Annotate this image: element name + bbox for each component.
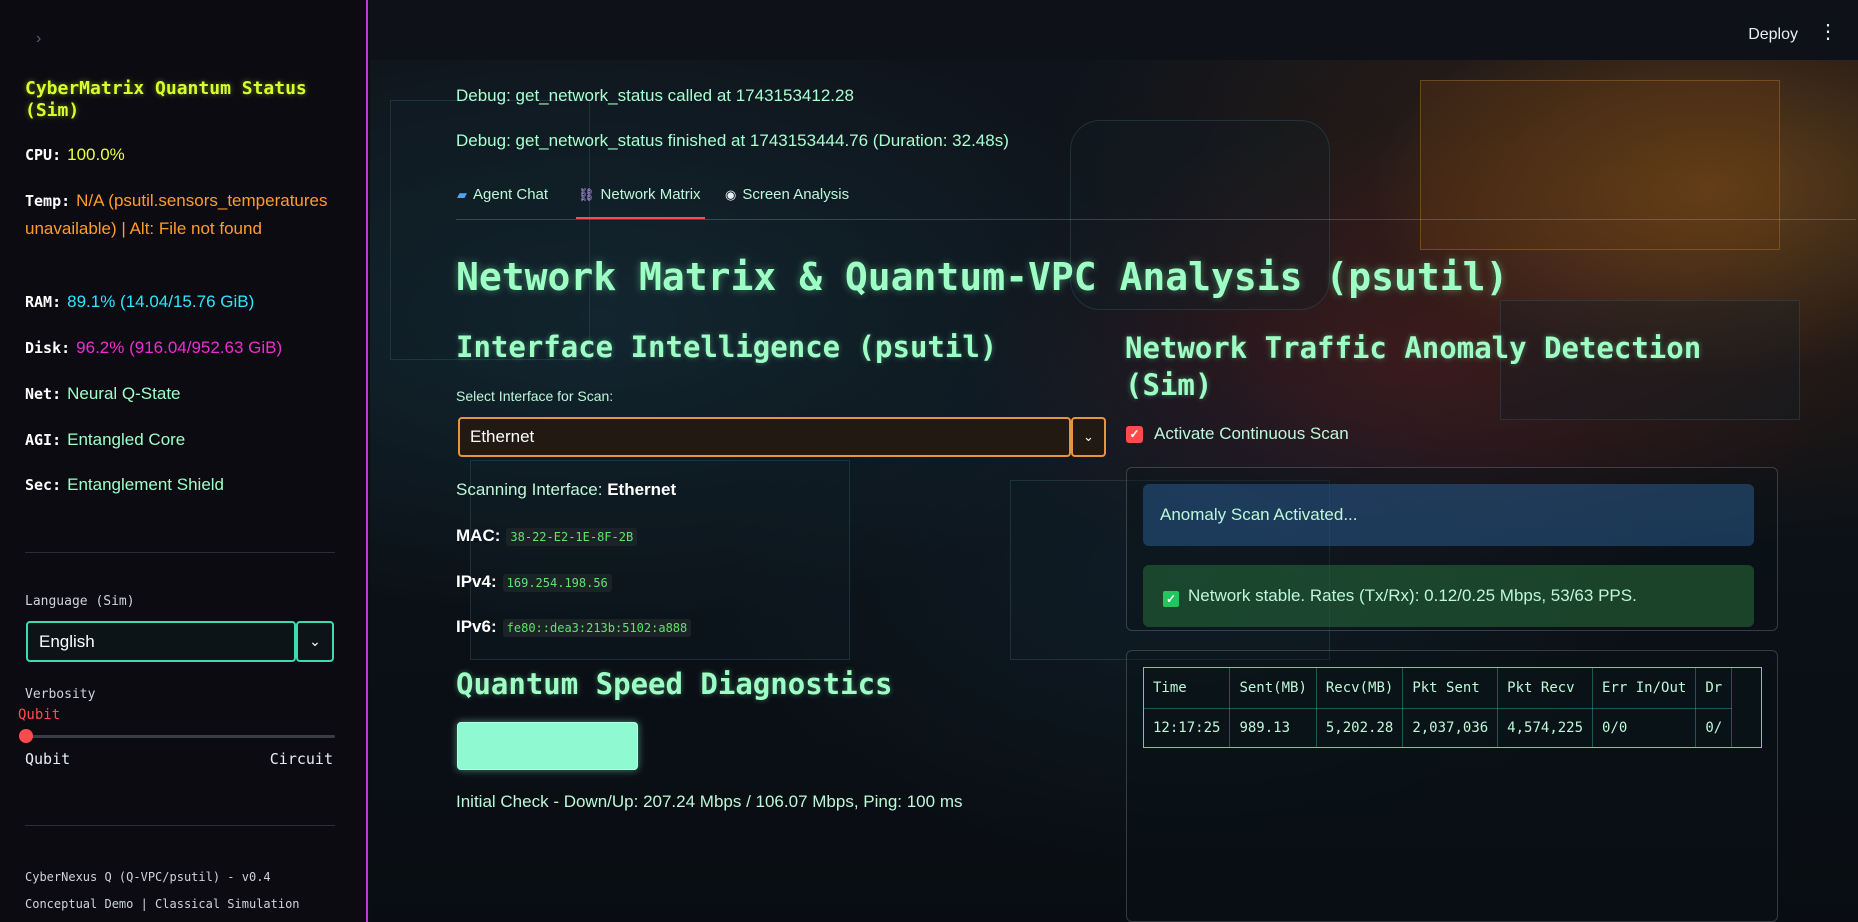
run-speed-test-button[interactable] <box>457 722 638 770</box>
chevron-right-icon[interactable]: › <box>36 30 41 48</box>
ipv6-label: IPv6: <box>456 617 497 636</box>
stat-ram-value: 89.1% (14.04/15.76 GiB) <box>67 292 255 311</box>
stat-sec: Sec: Entanglement Shield <box>25 471 345 499</box>
tab-agent-chat[interactable]: ▰ Agent Chat <box>457 186 548 203</box>
table-cell: 0/0 <box>1592 708 1697 747</box>
eye-icon: ◉ <box>725 187 737 202</box>
ipv4-row: IPv4: 169.254.198.56 <box>456 572 612 592</box>
interface-select-label: Select Interface for Scan: <box>456 388 614 404</box>
verbosity-min-label: Qubit <box>25 750 71 768</box>
verbosity-label: Verbosity <box>25 687 96 702</box>
info-alert: Anomaly Scan Activated... <box>1143 484 1754 546</box>
debug-line: Debug: get_network_status called at 1743… <box>456 86 854 105</box>
tab-network-matrix[interactable]: ⛓ Network Matrix <box>578 186 701 203</box>
mac-row: MAC: 38-22-E2-1E-8F-2B <box>456 526 638 546</box>
column-header[interactable]: Pkt Recv <box>1497 668 1594 709</box>
top-bar: Deploy ⋮ <box>370 0 1858 60</box>
continuous-scan-checkbox[interactable]: ✓ <box>1126 426 1143 443</box>
ipv4-label: IPv4: <box>456 572 497 591</box>
table-cell: 12:17:25 <box>1144 708 1231 747</box>
stat-disk-label: Disk: <box>25 339 71 357</box>
tab-label: Network Matrix <box>600 186 701 203</box>
stat-cpu: CPU: 100.0% <box>25 141 345 169</box>
interface-select[interactable]: Ethernet <box>458 417 1071 457</box>
tab-label: Agent Chat <box>473 186 549 203</box>
scanning-interface: Scanning Interface: Ethernet <box>456 480 676 500</box>
column-header[interactable]: Pkt Sent <box>1402 668 1499 709</box>
success-alert: ✓ Network stable. Rates (Tx/Rx): 0.12/0.2… <box>1143 565 1754 627</box>
tab-label: Screen Analysis <box>742 186 850 203</box>
chat-icon: ▰ <box>457 187 467 202</box>
continuous-scan-label: Activate Continuous Scan <box>1154 424 1349 443</box>
mac-label: MAC: <box>456 526 501 545</box>
sidebar-divider <box>25 825 335 826</box>
kebab-menu-icon[interactable]: ⋮ <box>1818 22 1838 42</box>
stat-net-label: Net: <box>25 385 62 403</box>
stat-agi: AGI: Entangled Core <box>25 426 345 454</box>
column-header[interactable]: Recv(MB) <box>1316 668 1404 709</box>
stat-agi-label: AGI: <box>25 431 62 449</box>
speed-heading: Quantum Speed Diagnostics <box>456 667 893 701</box>
stat-ram-label: RAM: <box>25 293 62 311</box>
stat-temp-value: N/A (psutil.sensors_temperatures unavail… <box>25 191 328 238</box>
column-header[interactable]: Sent(MB) <box>1229 668 1317 709</box>
stat-cpu-label: CPU: <box>25 146 62 164</box>
check-icon: ✓ <box>1163 591 1179 607</box>
sidebar-title: CyberMatrix Quantum Status (Sim) <box>25 78 307 121</box>
ipv6-value: fe80::dea3:213b:5102:a888 <box>502 619 692 637</box>
mac-value: 38-22-E2-1E-8F-2B <box>506 528 638 546</box>
ipv6-row: IPv6: fe80::dea3:213b:5102:a888 <box>456 617 692 637</box>
table-cell: 989.13 <box>1229 708 1317 747</box>
stat-cpu-value: 100.0% <box>67 145 125 164</box>
traffic-table[interactable]: Time Sent(MB) Recv(MB) Pkt Sent Pkt Recv… <box>1143 667 1762 748</box>
table-header-row: Time Sent(MB) Recv(MB) Pkt Sent Pkt Recv… <box>1144 668 1733 709</box>
tab-bar: ▰ Agent Chat ⛓ Network Matrix ◉ Screen Anal… <box>456 182 1856 220</box>
table-cell: 0/ <box>1695 708 1733 747</box>
chevron-down-icon[interactable]: ⌄ <box>1071 417 1106 457</box>
scanning-label: Scanning Interface: <box>456 480 603 499</box>
table-cell: 4,574,225 <box>1497 708 1594 747</box>
stat-ram: RAM: 89.1% (14.04/15.76 GiB) <box>25 288 345 316</box>
table-cell: 2,037,036 <box>1402 708 1499 747</box>
stat-sec-label: Sec: <box>25 476 62 494</box>
success-alert-text: Network stable. Rates (Tx/Rx): 0.12/0.25… <box>1188 586 1637 605</box>
footer-note: Conceptual Demo | Classical Simulation <box>25 897 300 911</box>
stat-net: Net: Neural Q-State <box>25 380 345 408</box>
language-select[interactable]: English <box>26 621 296 662</box>
page-title: Network Matrix & Quantum-VPC Analysis (p… <box>456 255 1509 299</box>
sidebar: › CyberMatrix Quantum Status (Sim) CPU: 1… <box>0 0 368 922</box>
column-header[interactable]: Time <box>1144 668 1231 709</box>
table-cell: 5,202.28 <box>1316 708 1404 747</box>
column-header[interactable]: Dr <box>1695 668 1733 709</box>
stat-temp: Temp: N/A (psutil.sensors_temperatures un… <box>25 187 345 243</box>
sidebar-divider <box>25 552 335 553</box>
tab-screen-analysis[interactable]: ◉ Screen Analysis <box>725 186 849 203</box>
verbosity-max-label: Circuit <box>269 750 333 768</box>
debug-line: Debug: get_network_status finished at 17… <box>456 131 1009 150</box>
chevron-down-icon[interactable]: ⌄ <box>296 621 334 662</box>
table-row: 12:17:25 989.13 5,202.28 2,037,036 4,574… <box>1144 708 1733 747</box>
scanning-value: Ethernet <box>607 480 677 499</box>
stat-temp-label: Temp: <box>25 192 71 210</box>
language-label: Language (Sim) <box>25 594 135 609</box>
active-tab-indicator <box>576 217 705 219</box>
footer-version: CyberNexus Q (Q-VPC/psutil) - v0.4 <box>25 870 271 884</box>
stat-disk-value: 96.2% (916.04/952.63 GiB) <box>76 338 283 357</box>
stat-net-value: Neural Q-State <box>67 384 181 403</box>
verbosity-value: Qubit <box>18 707 61 723</box>
speed-result: Initial Check - Down/Up: 207.24 Mbps / 1… <box>456 792 963 811</box>
anomaly-heading: Network Traffic Anomaly Detection (Sim) <box>1125 331 1702 402</box>
stat-agi-value: Entangled Core <box>67 430 186 449</box>
deploy-button[interactable]: Deploy <box>1748 26 1798 44</box>
stat-disk: Disk: 96.2% (916.04/952.63 GiB) <box>25 334 345 362</box>
network-icon: ⛓ <box>578 187 595 202</box>
verbosity-slider-track[interactable] <box>25 735 335 738</box>
verbosity-slider-thumb[interactable] <box>19 729 33 743</box>
ipv4-value: 169.254.198.56 <box>502 574 612 592</box>
interface-heading: Interface Intelligence (psutil) <box>456 330 998 364</box>
column-header[interactable]: Err In/Out <box>1592 668 1697 709</box>
stat-sec-value: Entanglement Shield <box>67 475 225 494</box>
